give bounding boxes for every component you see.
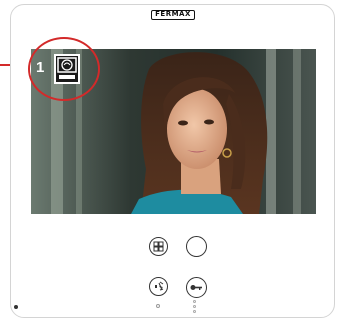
audio-button[interactable] [149, 277, 168, 296]
door-open-button[interactable] [186, 277, 207, 298]
brand-logo: FERMAX [151, 10, 195, 20]
status-led [156, 304, 160, 308]
grid-menu-icon [153, 241, 164, 252]
microphone-holes [193, 300, 196, 314]
key-door-open-icon [190, 285, 202, 290]
home-button[interactable] [186, 236, 207, 257]
menu-button[interactable] [149, 237, 168, 256]
callout-highlight-circle [28, 37, 100, 101]
corner-indicator-dot [14, 305, 18, 309]
speaker-call-icon [155, 281, 164, 291]
page-canvas: FERMAX 1 [0, 0, 347, 323]
